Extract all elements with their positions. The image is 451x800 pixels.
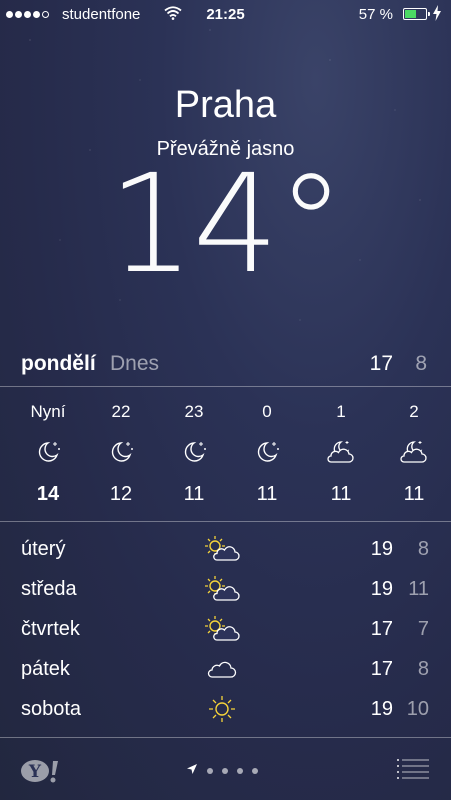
daily-row: úterý 19 8 (0, 529, 451, 569)
day-low-temp: 10 (406, 698, 429, 720)
moon-stars-icon (18, 427, 78, 477)
hourly-item: 2 11 (384, 397, 444, 511)
city-name: Praha (174, 84, 277, 126)
moon-stars-icon (237, 427, 297, 477)
hourly-item: 23 11 (164, 397, 224, 511)
day-high-temp: 19 (370, 538, 393, 560)
bottom-toolbar: Y (0, 738, 451, 800)
battery-icon (403, 8, 430, 20)
hour-label: 2 (409, 402, 419, 421)
hour-temperature: 11 (330, 483, 352, 505)
daily-row: sobota 19 10 (0, 689, 451, 729)
hour-temperature: 12 (109, 483, 133, 505)
hourly-item: Nyní 14 (18, 397, 78, 511)
day-low-temp: 11 (408, 578, 429, 600)
divider (0, 386, 451, 387)
partly-sunny-icon (200, 612, 244, 646)
day-high-temp: 17 (370, 618, 393, 640)
day-name: čtvrtek (21, 618, 80, 640)
cloud-icon (200, 652, 244, 686)
day-high-temp: 17 (370, 658, 393, 680)
moon-cloud-icon (311, 427, 371, 477)
day-name: úterý (21, 538, 66, 560)
hour-label: 23 (184, 402, 204, 421)
moon-cloud-icon (384, 427, 444, 477)
hour-temperature: 11 (403, 483, 425, 505)
current-temperature: 14° (107, 146, 345, 304)
page-dot[interactable] (207, 768, 213, 774)
day-high-temp: 19 (370, 698, 393, 720)
svg-text:Y: Y (28, 762, 42, 782)
hourly-item: 1 11 (311, 397, 371, 511)
list-button[interactable] (397, 758, 429, 785)
page-indicator[interactable] (186, 762, 258, 780)
moon-stars-icon (164, 427, 224, 477)
moon-stars-icon (91, 427, 151, 477)
day-high-temp: 19 (370, 578, 393, 600)
day-low-temp: 7 (417, 618, 429, 640)
hourly-item: 0 11 (237, 397, 297, 511)
hour-label: 1 (336, 402, 346, 421)
hour-label: Nyní (30, 402, 66, 421)
today-summary: pondělí Dnes 17 8 (0, 342, 451, 386)
today-label: Dnes (110, 352, 160, 375)
location-arrow-icon (186, 762, 198, 780)
daily-forecast: úterý 19 8 středa 19 11 čtvrtek 17 7 pát… (0, 529, 451, 729)
day-name: středa (21, 578, 77, 600)
status-bar: studentfone 21:25 57 % (0, 0, 451, 30)
divider (0, 521, 451, 522)
today-high-temp: 17 (369, 352, 393, 375)
page-dot[interactable] (222, 768, 228, 774)
hourly-item: 22 12 (91, 397, 151, 511)
page-dot[interactable] (237, 768, 243, 774)
day-name: sobota (21, 698, 82, 720)
day-low-temp: 8 (417, 538, 429, 560)
partly-sunny-icon (200, 532, 244, 566)
bolt-icon (433, 5, 441, 24)
hour-temperature: 11 (256, 483, 278, 505)
daily-row: středa 19 11 (0, 569, 451, 609)
list-icon (397, 759, 429, 779)
partly-sunny-icon (200, 572, 244, 606)
hour-temperature: 11 (183, 483, 205, 505)
hourly-forecast[interactable]: Nyní 14 22 12 23 11 0 11 1 11 2 11 (0, 397, 451, 519)
page-dot[interactable] (252, 768, 258, 774)
hour-temperature: 14 (36, 483, 60, 505)
daily-row: pátek 17 8 (0, 649, 451, 689)
day-name: pátek (21, 658, 70, 680)
sun-icon (200, 692, 244, 726)
yahoo-logo[interactable]: Y (20, 758, 62, 784)
battery-percentage: 57 % (358, 6, 393, 23)
today-low-temp: 8 (415, 352, 427, 375)
hour-label: 0 (262, 402, 272, 421)
battery-level-fill (405, 10, 416, 18)
today-day-name: pondělí (21, 352, 96, 375)
daily-row: čtvrtek 17 7 (0, 609, 451, 649)
hour-label: 22 (111, 402, 131, 421)
day-low-temp: 8 (417, 658, 429, 680)
